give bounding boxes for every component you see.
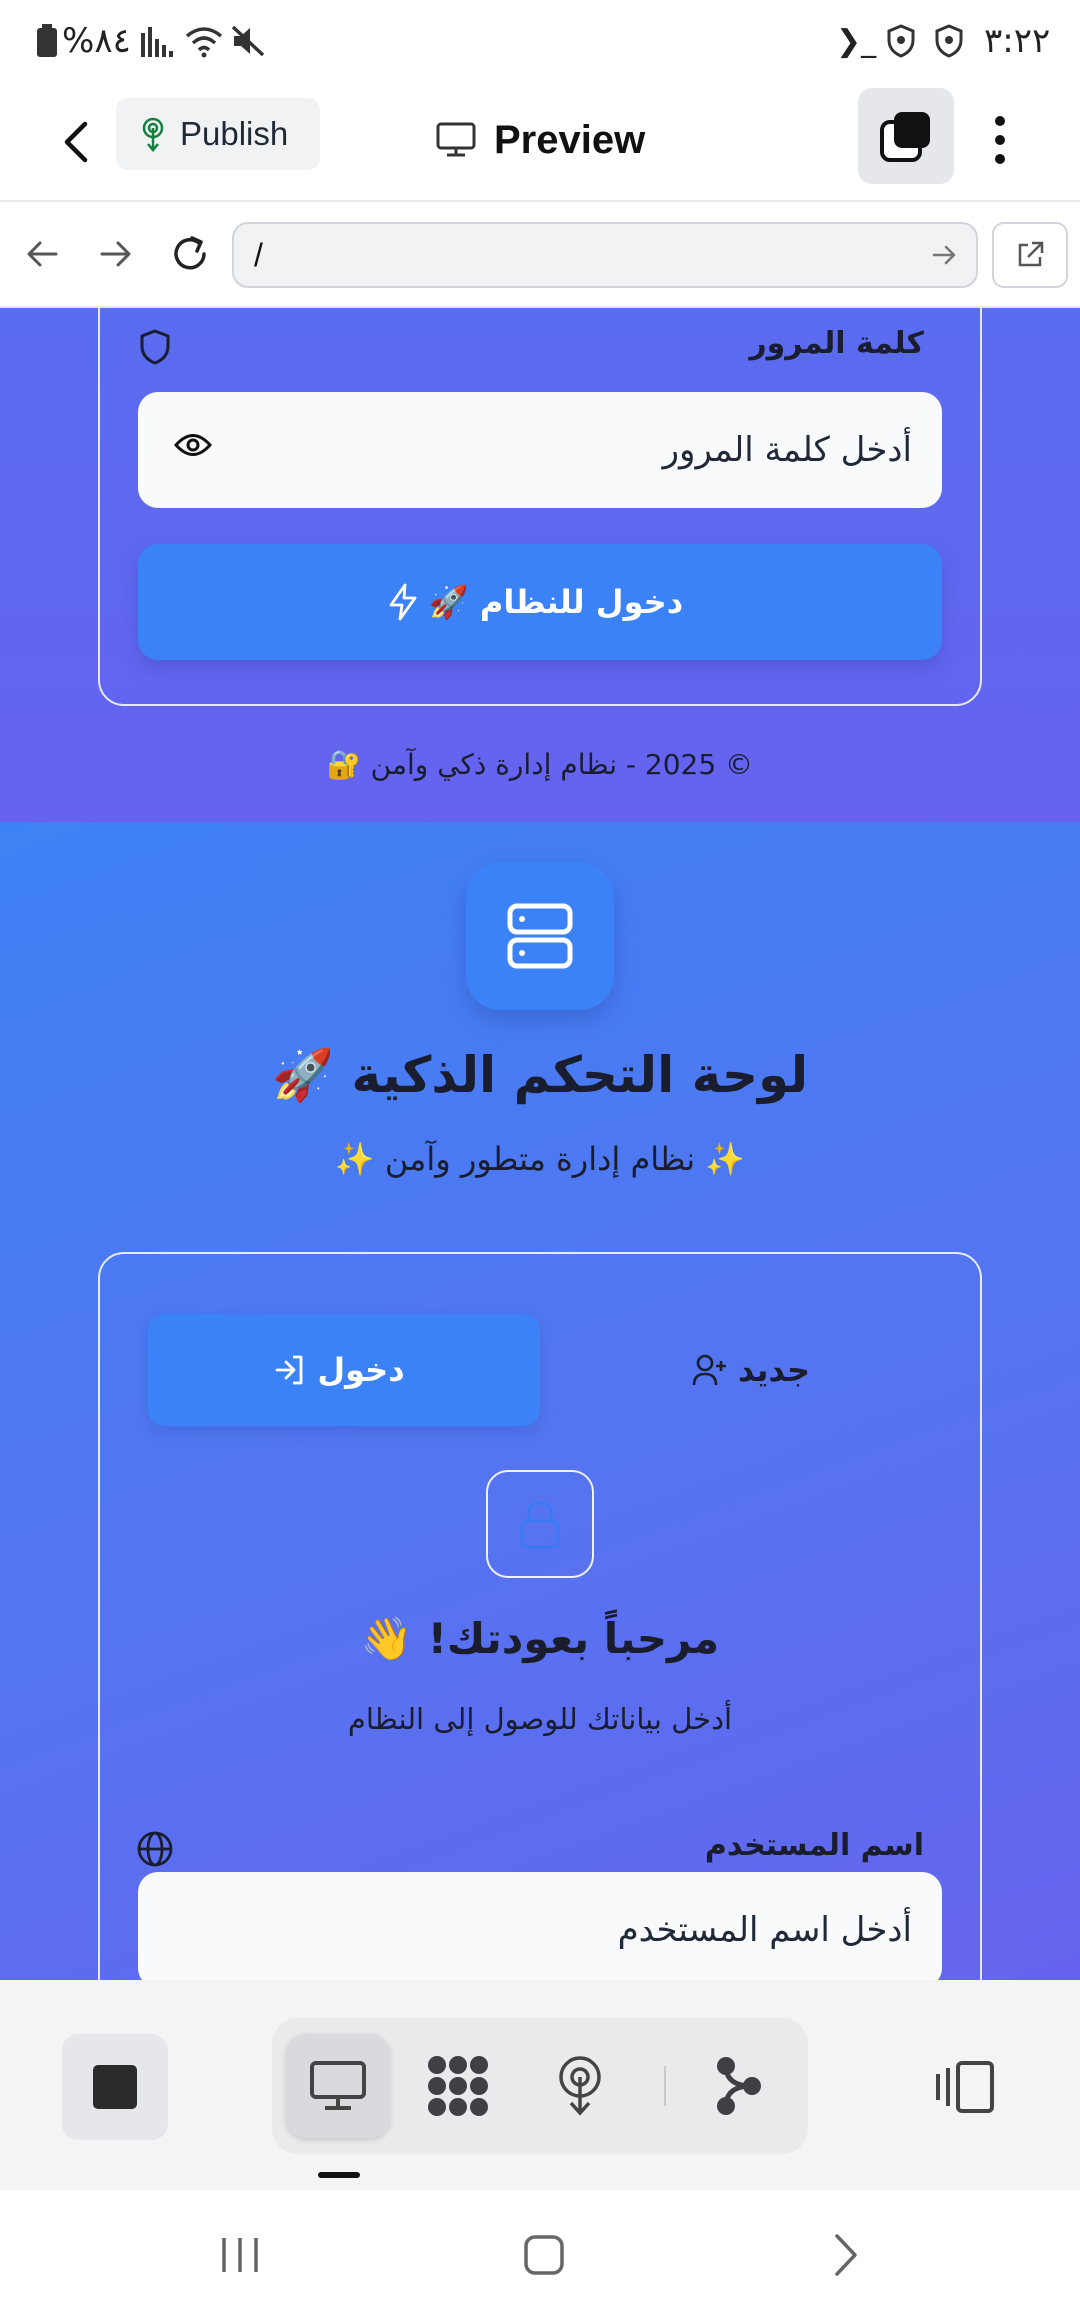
terminal-icon: ❯_ bbox=[836, 23, 877, 59]
wifi-icon bbox=[184, 18, 224, 64]
username-input[interactable]: أدخل اسم المستخدم bbox=[138, 1872, 942, 1980]
app-header: Publish Preview bbox=[0, 82, 1080, 202]
browser-bar: / bbox=[0, 202, 1080, 308]
lock-icon bbox=[520, 1501, 560, 1549]
monitor-icon bbox=[310, 2061, 366, 2110]
toolbar-separator bbox=[664, 2066, 666, 2106]
hero-title: لوحة التحكم الذكية 🚀 bbox=[271, 1046, 809, 1104]
view-switcher bbox=[272, 2018, 808, 2154]
git-view-button[interactable] bbox=[686, 2034, 790, 2138]
user-plus-icon bbox=[692, 1354, 726, 1386]
welcome-subtitle: أدخل بياناتك للوصول إلى النظام bbox=[347, 1702, 733, 1736]
open-external-button[interactable] bbox=[992, 222, 1068, 288]
stop-button[interactable] bbox=[62, 2034, 168, 2140]
submit-login-button[interactable]: دخول للنظام 🚀 bbox=[138, 544, 942, 660]
chevron-right-icon bbox=[835, 2234, 857, 2276]
apps-view-button[interactable] bbox=[406, 2034, 510, 2138]
battery-level: %٨٤ bbox=[62, 21, 131, 61]
globe-icon bbox=[136, 1830, 174, 1868]
bottom-toolbar bbox=[0, 1980, 1080, 2190]
password-placeholder: أدخل كلمة المرور bbox=[662, 430, 912, 470]
lock-icon-box bbox=[486, 1470, 594, 1578]
password-input[interactable]: أدخل كلمة المرور bbox=[138, 392, 942, 508]
recent-apps-icon bbox=[222, 2238, 258, 2272]
hero-icon-box bbox=[466, 862, 614, 1010]
preview-title: Preview bbox=[436, 104, 645, 176]
browser-forward-button[interactable] bbox=[88, 226, 144, 282]
more-vertical-icon bbox=[995, 116, 1005, 164]
footer-copyright: © 2025 - نظام إدارة ذكي وآمن 🔐 bbox=[326, 748, 754, 781]
active-tab-indicator bbox=[318, 2172, 360, 2178]
arrow-left-icon bbox=[27, 241, 58, 267]
stop-icon bbox=[93, 2065, 137, 2109]
system-back-button[interactable] bbox=[806, 2220, 886, 2290]
deploy-view-button[interactable] bbox=[528, 2034, 632, 2138]
username-field-label: اسم المستخدم bbox=[704, 1828, 924, 1863]
recent-apps-button[interactable] bbox=[200, 2220, 280, 2290]
chevron-left-icon bbox=[64, 121, 88, 163]
home-icon bbox=[524, 2235, 564, 2275]
publish-label: Publish bbox=[180, 115, 289, 152]
status-bar: %٨٤ ❯_ ٣:٢٢ bbox=[0, 0, 1080, 82]
preview-view-button[interactable] bbox=[286, 2034, 390, 2138]
clock: ٣:٢٢ bbox=[984, 21, 1051, 61]
external-link-icon bbox=[1018, 241, 1044, 267]
battery-indicator: %٨٤ bbox=[36, 18, 131, 64]
grid-icon bbox=[428, 2056, 488, 2116]
arrow-right-icon bbox=[100, 241, 131, 267]
log-in-icon bbox=[275, 1355, 303, 1385]
username-placeholder: أدخل اسم المستخدم bbox=[617, 1910, 912, 1950]
back-button[interactable] bbox=[44, 110, 108, 174]
arrow-right-icon bbox=[932, 245, 956, 265]
server-icon bbox=[507, 903, 573, 969]
reload-icon bbox=[174, 236, 206, 270]
layers-toggle-button[interactable] bbox=[858, 88, 954, 184]
monitor-icon bbox=[436, 122, 476, 157]
eye-icon[interactable] bbox=[174, 432, 212, 458]
reload-button[interactable] bbox=[162, 226, 218, 282]
preview-content[interactable]: كلمة المرور أدخل كلمة المرور دخول للنظام… bbox=[0, 308, 1080, 1980]
preview-label: Preview bbox=[494, 117, 646, 162]
browser-back-button[interactable] bbox=[14, 226, 70, 282]
shield-icon bbox=[138, 328, 172, 366]
tab-new-label: جديد bbox=[737, 1351, 811, 1389]
battery-icon bbox=[37, 24, 57, 57]
panel-icon bbox=[936, 2061, 994, 2113]
system-navigation-bar bbox=[0, 2190, 1080, 2316]
shield-notification-icon bbox=[886, 18, 916, 64]
hero-subtitle: ✨ نظام إدارة متطور وآمن ✨ bbox=[334, 1140, 746, 1178]
welcome-title: مرحباً بعودتك! 👋 bbox=[360, 1614, 720, 1663]
signal-icon bbox=[140, 18, 174, 64]
branch-icon bbox=[717, 2057, 761, 2115]
url-input[interactable]: / bbox=[232, 222, 978, 288]
login-section-top: كلمة المرور أدخل كلمة المرور دخول للنظام… bbox=[0, 308, 1080, 822]
url-value: / bbox=[254, 236, 263, 273]
deploy-icon bbox=[559, 2056, 601, 2116]
tab-login-label: دخول bbox=[317, 1351, 405, 1389]
layers-icon bbox=[880, 112, 930, 162]
url-go-button[interactable] bbox=[932, 238, 958, 272]
deploy-icon bbox=[142, 117, 164, 152]
panel-toggle-button[interactable] bbox=[924, 2034, 1004, 2140]
zap-icon bbox=[389, 583, 417, 621]
publish-button[interactable]: Publish bbox=[116, 98, 320, 170]
mute-icon bbox=[230, 18, 266, 64]
submit-login-label: دخول للنظام 🚀 bbox=[428, 583, 684, 621]
home-button[interactable] bbox=[504, 2220, 584, 2290]
more-options-button[interactable] bbox=[972, 104, 1028, 176]
tab-login[interactable]: دخول bbox=[148, 1314, 540, 1426]
tab-new[interactable]: جديد bbox=[560, 1314, 952, 1426]
password-field-label: كلمة المرور bbox=[749, 326, 924, 361]
shield-notification-icon-2 bbox=[934, 18, 964, 64]
